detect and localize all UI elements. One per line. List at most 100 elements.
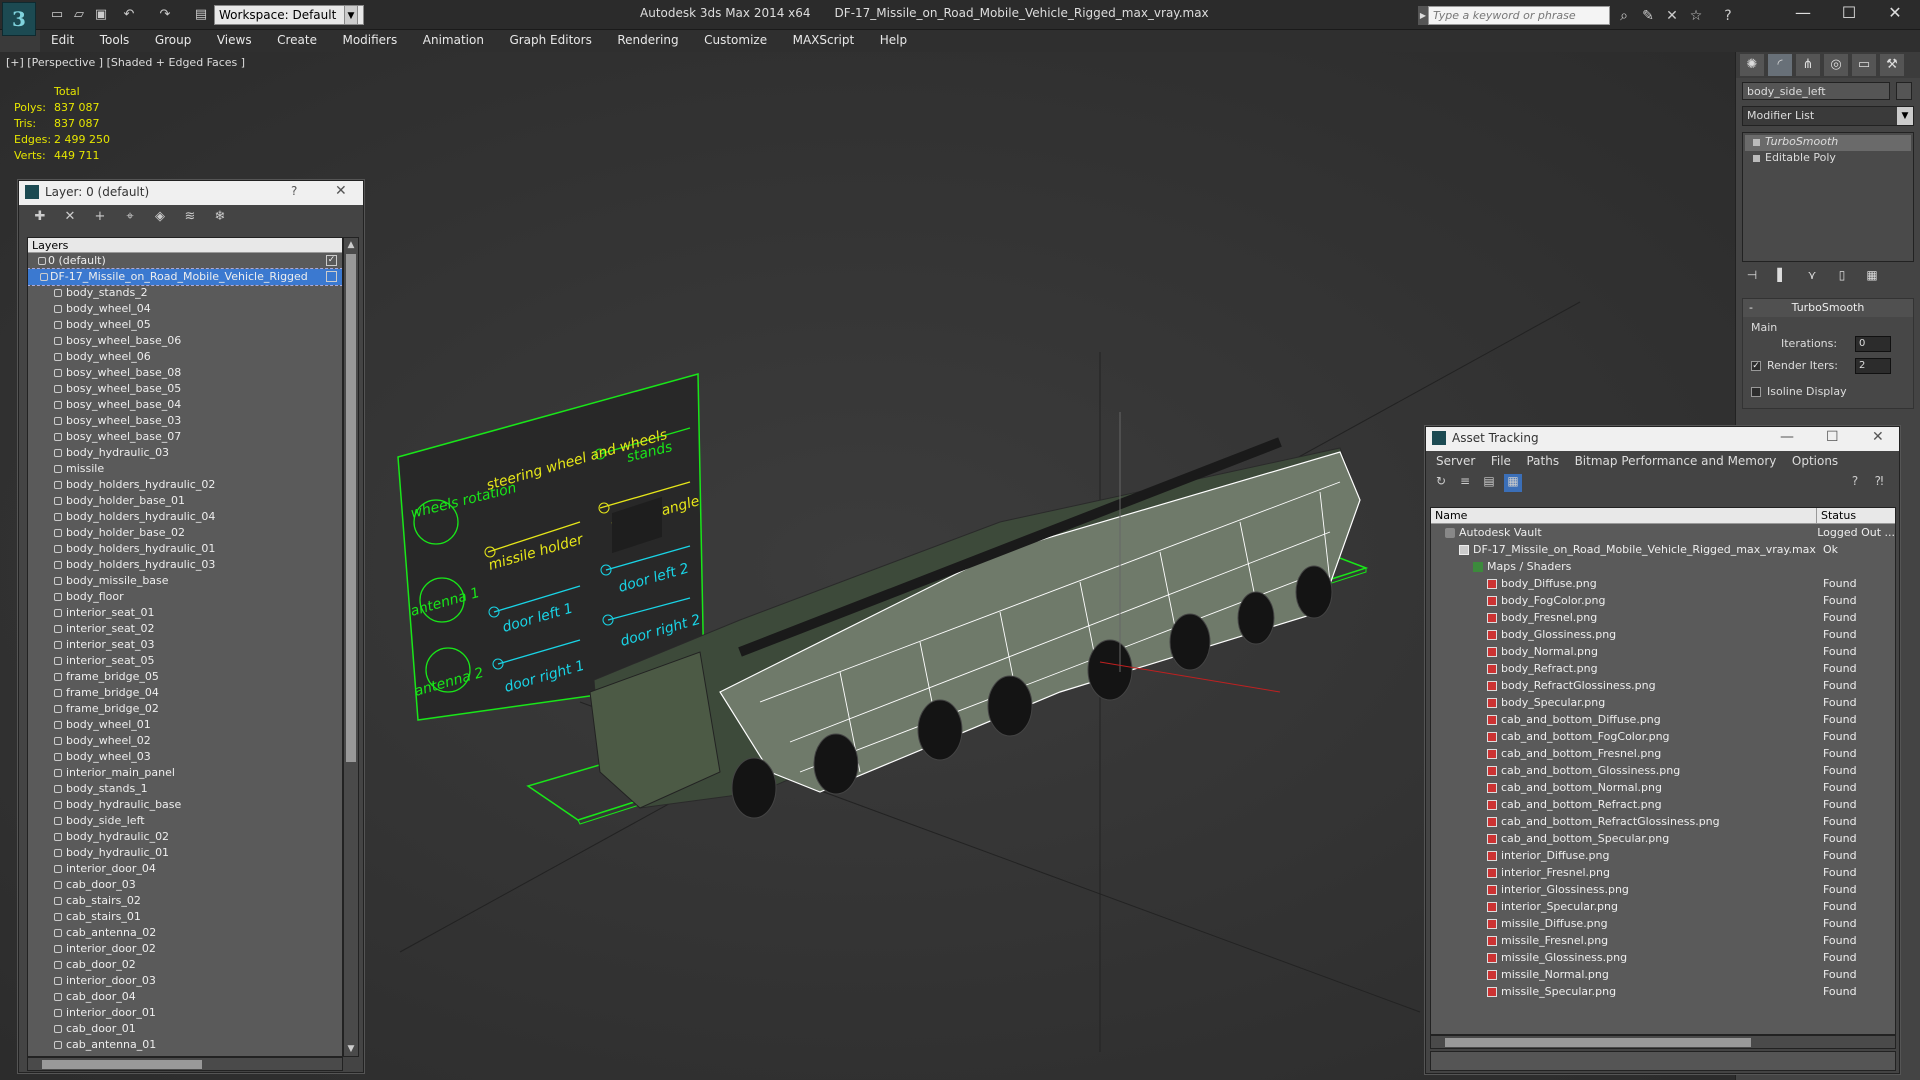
checkmark-icon[interactable]: ✓ [326, 255, 337, 266]
chevron-down-icon[interactable]: ▼ [344, 1042, 358, 1056]
help-icon[interactable]: ? [1718, 6, 1738, 26]
asset-row[interactable]: cab_and_bottom_Fresnel.png Found [1431, 745, 1895, 762]
refresh-icon[interactable]: ↻ [1432, 474, 1450, 492]
asset-row[interactable]: Autodesk Vault Logged Out ... [1431, 524, 1895, 541]
save-icon[interactable]: ▣ [92, 6, 110, 24]
menu-tools[interactable]: Tools [89, 30, 141, 50]
layer-object-row[interactable]: cab_door_02 [28, 957, 342, 973]
asset-row[interactable]: interior_Glossiness.png Found [1431, 881, 1895, 898]
name-column-header[interactable]: Name [1431, 508, 1817, 523]
scroll-thumb[interactable] [42, 1060, 202, 1069]
layer-object-row[interactable]: cab_antenna_02 [28, 925, 342, 941]
isoline-checkbox[interactable] [1751, 387, 1761, 397]
hide-all-icon[interactable]: ≋ [179, 209, 201, 227]
layer-object-row[interactable]: interior_seat_03 [28, 637, 342, 653]
layer-object-row[interactable]: body_side_left [28, 813, 342, 829]
help-icon[interactable]: ? [1846, 474, 1864, 492]
asset-row[interactable]: body_RefractGlossiness.png Found [1431, 677, 1895, 694]
layer-object-row[interactable]: frame_bridge_04 [28, 685, 342, 701]
remove-modifier-icon[interactable]: ▯ [1832, 268, 1852, 286]
chevron-down-icon[interactable]: ▼ [1897, 107, 1913, 125]
layer-row[interactable]: 0 (default) ✓ [28, 253, 342, 269]
maximize-icon[interactable]: ☐ [1826, 429, 1839, 445]
workspace-select[interactable]: Workspace: Default [214, 5, 364, 25]
asset-row[interactable]: interior_Fresnel.png Found [1431, 864, 1895, 881]
asset-row[interactable]: body_Glossiness.png Found [1431, 626, 1895, 643]
menu-customize[interactable]: Customize [693, 30, 778, 50]
layer-object-row[interactable]: body_stands_2 [28, 285, 342, 301]
layer-object-row[interactable]: interior_seat_05 [28, 653, 342, 669]
asset-row[interactable]: missile_Fresnel.png Found [1431, 932, 1895, 949]
layer-object-row[interactable]: interior_main_panel [28, 765, 342, 781]
star-icon[interactable]: ☆ [1686, 6, 1706, 26]
layer-object-row[interactable]: body_wheel_04 [28, 301, 342, 317]
layer-object-row[interactable]: body_hydraulic_03 [28, 445, 342, 461]
asset-row[interactable]: interior_Diffuse.png Found [1431, 847, 1895, 864]
asset-row[interactable]: missile_Normal.png Found [1431, 966, 1895, 983]
binoculars-icon[interactable]: ⌕ [1614, 6, 1634, 26]
subscription-icon[interactable]: ✎ [1638, 6, 1658, 26]
project-folder-icon[interactable]: ▤ [192, 6, 210, 24]
viewport-label[interactable]: [+] [Perspective ] [Shaded + Edged Faces… [6, 56, 245, 69]
layer-object-row[interactable]: bosy_wheel_base_04 [28, 397, 342, 413]
layers-column-header[interactable]: Layers [28, 238, 342, 253]
help-icon[interactable]: ? [291, 184, 297, 198]
menu-server[interactable]: Server [1430, 453, 1481, 469]
menu-graph-editors[interactable]: Graph Editors [498, 30, 602, 50]
menu-group[interactable]: Group [144, 30, 203, 50]
scroll-thumb[interactable] [346, 254, 356, 762]
context-help-icon[interactable]: ⁈ [1870, 474, 1888, 492]
layer-object-row[interactable]: interior_door_01 [28, 1005, 342, 1021]
layer-object-row[interactable]: body_wheel_01 [28, 717, 342, 733]
layer-horizontal-scrollbar[interactable] [27, 1057, 343, 1071]
table-view-icon[interactable]: ▦ [1504, 474, 1522, 492]
object-color-swatch[interactable] [1896, 82, 1912, 100]
new-layer-icon[interactable]: ✚ [29, 209, 51, 227]
layer-object-row[interactable]: cab_door_03 [28, 877, 342, 893]
menu-rendering[interactable]: Rendering [606, 30, 689, 50]
layer-object-row[interactable]: cab_door_04 [28, 989, 342, 1005]
layer-object-row[interactable]: body_hydraulic_base [28, 797, 342, 813]
iterations-spinner[interactable]: 0 [1855, 336, 1891, 352]
close-icon[interactable]: ✕ [335, 183, 347, 199]
layer-object-row[interactable]: cab_stairs_01 [28, 909, 342, 925]
asset-row[interactable]: cab_and_bottom_RefractGlossiness.png Foun… [1431, 813, 1895, 830]
redo-icon[interactable]: ↷ [156, 6, 174, 24]
asset-row[interactable]: cab_and_bottom_Glossiness.png Found [1431, 762, 1895, 779]
open-file-icon[interactable]: ▱ [70, 6, 88, 24]
asset-row[interactable]: cab_and_bottom_Specular.png Found [1431, 830, 1895, 847]
layer-object-row[interactable]: body_hydraulic_01 [28, 845, 342, 861]
layer-object-row[interactable]: body_holder_base_01 [28, 493, 342, 509]
modifier-list-dropdown[interactable]: Modifier List ▼ [1742, 106, 1914, 126]
layer-object-row[interactable]: body_holders_hydraulic_01 [28, 541, 342, 557]
utilities-tab-icon[interactable]: ⚒ [1880, 54, 1904, 76]
select-in-layer-icon[interactable]: ⌖ [119, 209, 141, 227]
asset-row[interactable]: body_Fresnel.png Found [1431, 609, 1895, 626]
modify-tab-icon[interactable]: ◜ [1768, 54, 1792, 76]
asset-row[interactable]: interior_Specular.png Found [1431, 898, 1895, 915]
layer-object-row[interactable]: body_stands_1 [28, 781, 342, 797]
asset-window-title[interactable]: Asset Tracking — ☐ ✕ [1426, 427, 1899, 451]
layer-object-row[interactable]: frame_bridge_05 [28, 669, 342, 685]
layer-object-row[interactable]: cab_antenna_01 [28, 1037, 342, 1053]
layer-object-row[interactable]: interior_door_03 [28, 973, 342, 989]
layer-object-row[interactable]: body_holders_hydraulic_04 [28, 509, 342, 525]
make-unique-icon[interactable]: ⋎ [1802, 268, 1822, 286]
layer-object-row[interactable]: body_wheel_02 [28, 733, 342, 749]
minimize-icon[interactable]: — [1780, 429, 1794, 445]
stack-item-turbosmooth[interactable]: TurboSmooth [1745, 135, 1911, 151]
menu-file[interactable]: File [1485, 453, 1517, 469]
layer-object-row[interactable]: body_hydraulic_02 [28, 829, 342, 845]
scroll-thumb[interactable] [1445, 1038, 1751, 1047]
minimize-icon[interactable]: — [1780, 0, 1826, 28]
layer-object-row[interactable]: cab_stairs_02 [28, 893, 342, 909]
rollout-header[interactable]: - TurboSmooth [1743, 299, 1913, 317]
menu-options[interactable]: Options [1786, 453, 1844, 469]
layer-object-row[interactable]: body_floor [28, 589, 342, 605]
layer-object-row[interactable]: body_wheel_06 [28, 349, 342, 365]
layer-object-row[interactable]: body_wheel_03 [28, 749, 342, 765]
menu-maxscript[interactable]: MAXScript [782, 30, 866, 50]
menu-animation[interactable]: Animation [412, 30, 495, 50]
render-iters-spinner[interactable]: 2 [1855, 358, 1891, 374]
asset-row[interactable]: cab_and_bottom_Normal.png Found [1431, 779, 1895, 796]
